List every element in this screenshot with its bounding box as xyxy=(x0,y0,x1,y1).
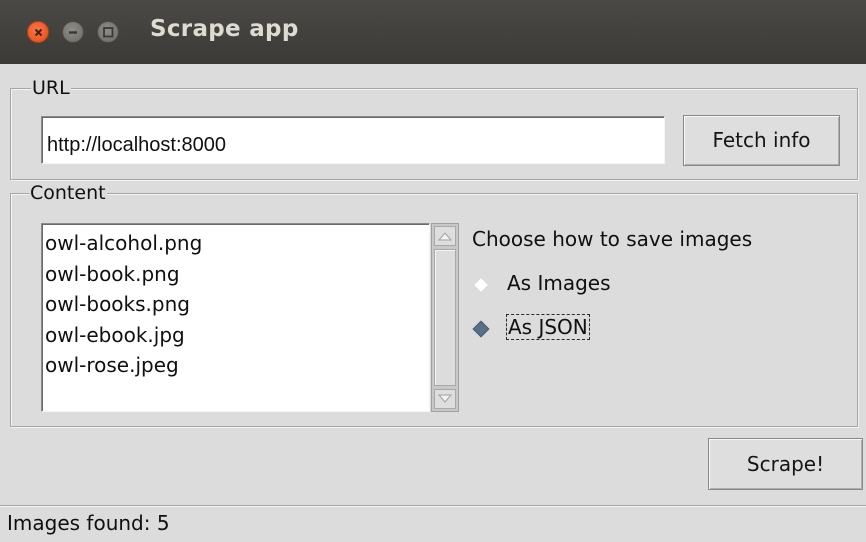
close-icon xyxy=(34,28,43,37)
list-item[interactable]: owl-books.png xyxy=(45,289,429,320)
status-bar-text: Images found: 5 xyxy=(7,511,170,535)
radio-as-images[interactable]: As Images xyxy=(470,270,630,302)
list-item[interactable]: owl-book.png xyxy=(45,259,429,290)
close-button[interactable] xyxy=(27,21,49,43)
maximize-button[interactable] xyxy=(97,21,119,43)
scroll-down-button[interactable] xyxy=(434,389,456,409)
radio-label: As Images xyxy=(507,271,611,295)
file-listbox[interactable]: owl-alcohol.png owl-book.png owl-books.p… xyxy=(41,223,430,412)
radio-indicator-selected xyxy=(472,320,490,338)
minimize-icon xyxy=(69,31,77,34)
arrow-up-icon xyxy=(437,232,453,241)
url-group-label: URL xyxy=(31,77,71,99)
radio-label: As JSON xyxy=(506,314,590,340)
radio-indicator-unselected xyxy=(472,276,490,294)
title-bar: Scrape app xyxy=(0,0,866,64)
window-title: Scrape app xyxy=(150,16,299,42)
list-item[interactable]: owl-alcohol.png xyxy=(45,228,429,259)
arrow-down-icon xyxy=(437,394,453,403)
url-input[interactable] xyxy=(41,116,665,164)
scroll-up-button[interactable] xyxy=(434,226,456,246)
scroll-thumb[interactable] xyxy=(434,249,456,386)
content-group-label: Content xyxy=(29,182,107,204)
save-options-heading: Choose how to save images xyxy=(472,227,753,251)
scrape-button[interactable]: Scrape! xyxy=(708,438,863,490)
radio-as-json[interactable]: As JSON xyxy=(470,314,630,346)
listbox-scrollbar[interactable] xyxy=(431,223,459,412)
status-separator xyxy=(0,505,866,507)
list-item[interactable]: owl-ebook.jpg xyxy=(45,320,429,351)
list-item[interactable]: owl-rose.jpeg xyxy=(45,350,429,381)
maximize-icon xyxy=(103,27,114,38)
app-window: Scrape app URL Fetch info Content owl-al… xyxy=(0,0,866,542)
minimize-button[interactable] xyxy=(62,21,84,43)
fetch-info-button[interactable]: Fetch info xyxy=(683,115,840,166)
